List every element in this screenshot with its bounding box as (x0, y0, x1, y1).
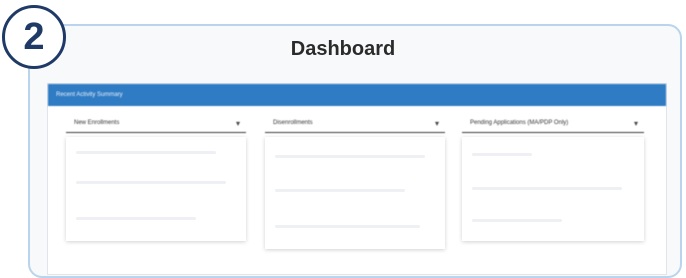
pending-applications-column: Pending Applications (MA/PDP Only) ▾ (462, 114, 644, 272)
placeholder-line (472, 187, 622, 190)
pending-applications-panel (462, 137, 644, 241)
dropdown-label: Pending Applications (MA/PDP Only) (470, 120, 569, 126)
placeholder-line (76, 181, 226, 184)
step-number-badge: 2 (2, 5, 66, 69)
chevron-down-icon: ▾ (235, 118, 240, 128)
pending-applications-dropdown[interactable]: Pending Applications (MA/PDP Only) ▾ (462, 114, 644, 133)
dropdown-label: New Enrollments (74, 120, 120, 126)
placeholder-line (76, 151, 216, 154)
placeholder-line (472, 219, 562, 222)
activity-summary-card: Recent Activity Summary New Enrollments … (47, 83, 667, 275)
chevron-down-icon: ▾ (434, 118, 439, 128)
disenrollments-panel (265, 137, 445, 249)
placeholder-line (275, 155, 425, 158)
dropdown-label: Disenrollments (273, 120, 313, 126)
page-title: Dashboard (290, 38, 396, 60)
chevron-down-icon: ▾ (633, 118, 638, 128)
placeholder-line (472, 153, 532, 156)
new-enrollments-column: New Enrollments ▾ (66, 114, 246, 272)
new-enrollments-panel (66, 137, 246, 241)
disenrollments-dropdown[interactable]: Disenrollments ▾ (265, 114, 445, 133)
disenrollments-column: Disenrollments ▾ (265, 114, 445, 272)
card-header: Recent Activity Summary (48, 84, 666, 106)
placeholder-line (76, 217, 196, 220)
step-number: 2 (23, 16, 45, 58)
new-enrollments-dropdown[interactable]: New Enrollments ▾ (66, 114, 246, 133)
placeholder-line (275, 189, 405, 192)
placeholder-line (275, 225, 420, 228)
